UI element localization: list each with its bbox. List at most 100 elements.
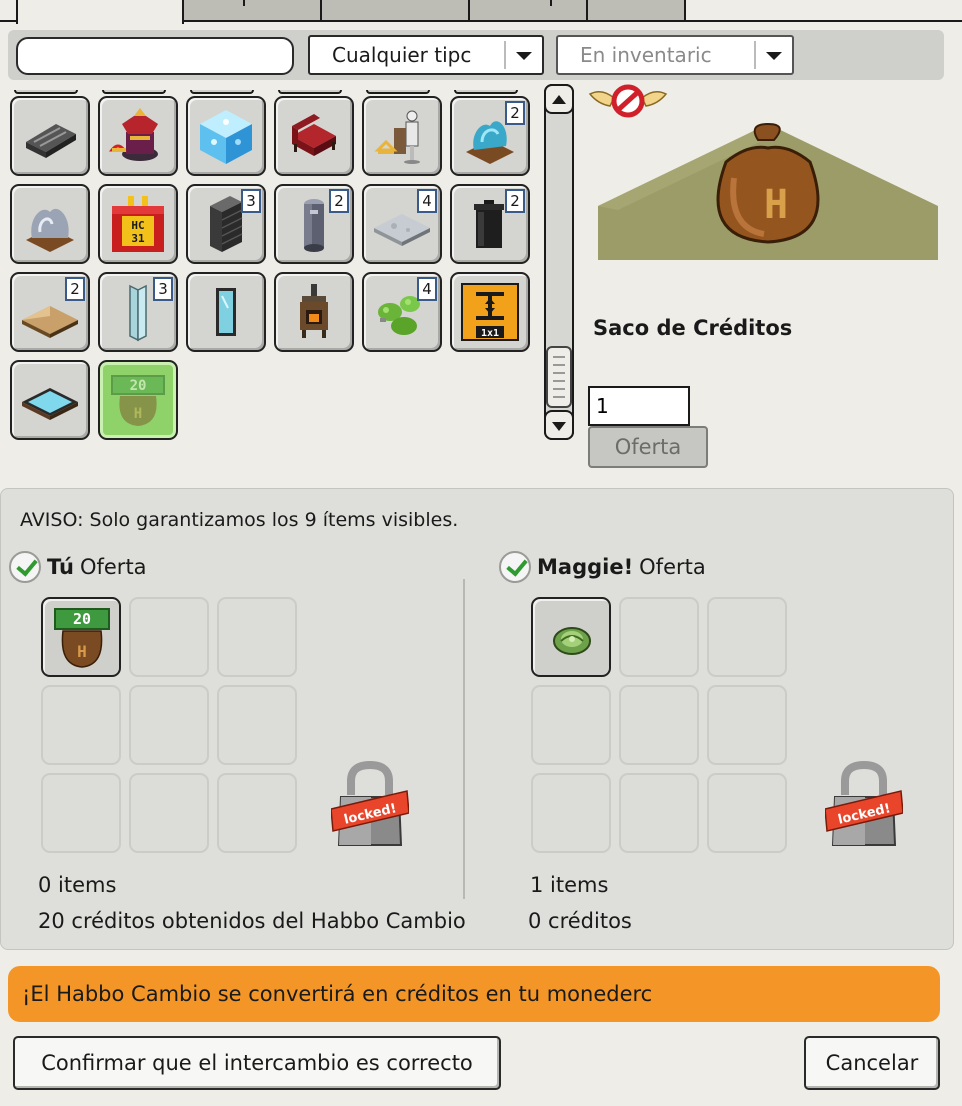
- my-name: Tú: [47, 555, 74, 579]
- item-count-badge: 2: [329, 189, 349, 213]
- tab-inventory[interactable]: [16, 0, 184, 24]
- my-offer-slot: [41, 773, 121, 853]
- inventory-item[interactable]: [274, 96, 354, 176]
- svg-text:H: H: [134, 406, 142, 422]
- exchange-warning-banner: ¡El Habbo Cambio se convertirá en crédit…: [8, 966, 940, 1022]
- inventory-item[interactable]: 2: [450, 184, 530, 264]
- cabbage-icon: [553, 627, 591, 655]
- filter-bar: Cualquier tipc En inventaric: [8, 30, 944, 80]
- glass-floor-icon: [22, 388, 78, 420]
- bench-icon: [26, 124, 76, 158]
- chevron-down-icon: [516, 52, 532, 60]
- inventory-item[interactable]: [362, 96, 442, 176]
- inventory-item[interactable]: [10, 184, 90, 264]
- not-tradeable-wings-icon: [588, 84, 668, 118]
- cancel-button[interactable]: Cancelar: [804, 1036, 940, 1090]
- other-offer-slot[interactable]: [531, 597, 611, 677]
- inventory-item[interactable]: 4: [362, 272, 442, 352]
- item-preview-room: H: [598, 122, 938, 260]
- inventory-item-selected[interactable]: 20 H: [98, 360, 178, 440]
- ice-block-icon: [200, 110, 252, 164]
- stove-icon: [300, 284, 328, 338]
- location-filter-value: En inventaric: [580, 43, 712, 67]
- my-offer-slot: [217, 773, 297, 853]
- credit-value-label: 20: [73, 610, 91, 628]
- my-items-count: 0 items: [38, 873, 117, 897]
- item-count-badge: 3: [241, 189, 261, 213]
- confirm-trade-button[interactable]: Confirmar que el intercambio es correcto: [13, 1036, 501, 1090]
- select-divider: [754, 41, 756, 69]
- hc-gift-icon: HC 31: [112, 196, 164, 252]
- tab-4[interactable]: [468, 0, 588, 20]
- select-divider: [504, 41, 506, 69]
- inventory-item[interactable]: 3: [186, 184, 266, 264]
- svg-text:31: 31: [131, 232, 145, 245]
- quantity-input[interactable]: [588, 386, 690, 426]
- tab-3[interactable]: [320, 0, 470, 20]
- trade-panel: AVISO: Solo garantizamos los 9 ítems vis…: [0, 488, 954, 950]
- inventory-item[interactable]: [274, 272, 354, 352]
- item-count-badge: 3: [153, 277, 173, 301]
- inventory-item[interactable]: [98, 96, 178, 176]
- my-credits: 20 créditos obtenidos del Habbo Cambio: [38, 909, 466, 933]
- my-offer-slot[interactable]: 20 H: [41, 597, 121, 677]
- tile-size-label: 1x1: [481, 328, 499, 339]
- inventory-item[interactable]: 2: [274, 184, 354, 264]
- check-icon: [9, 551, 41, 583]
- inventory-item[interactable]: 2: [10, 272, 90, 352]
- item-name: Saco de Créditos: [593, 316, 793, 340]
- tab-bar: [0, 0, 962, 24]
- height-tile-icon: 1x1: [461, 283, 519, 341]
- type-filter-select[interactable]: Cualquier tipc: [308, 35, 544, 75]
- my-offer-slot: [129, 685, 209, 765]
- location-filter-select[interactable]: En inventaric: [556, 35, 794, 75]
- credit-bag-icon: 20 H: [111, 375, 165, 426]
- inventory-item[interactable]: [10, 360, 90, 440]
- offer-button[interactable]: Oferta: [588, 426, 708, 468]
- tab-mark: [550, 0, 552, 6]
- item-count-badge: 2: [505, 189, 525, 213]
- red-armchair-icon: [292, 114, 336, 156]
- other-offer-slot: [707, 773, 787, 853]
- lock-icon: locked!: [825, 761, 903, 846]
- inventory-item[interactable]: [186, 96, 266, 176]
- item-count-badge: 2: [505, 101, 525, 125]
- inventory-scrollbar[interactable]: [542, 84, 576, 440]
- my-offer-header: Tú Oferta: [9, 551, 147, 583]
- other-offer-slot: [619, 597, 699, 677]
- lock-icon: locked!: [331, 761, 409, 846]
- my-offer-slot: [217, 597, 297, 677]
- tab-2[interactable]: [182, 0, 322, 20]
- other-offer-header: Maggie! Oferta: [499, 551, 706, 583]
- credit-bag-icon: 20 H: [54, 608, 110, 668]
- inventory-grid: 2 HC 31 3 2 4 2 2 3 4 1x1 20 H: [8, 90, 538, 442]
- inventory-item[interactable]: 4: [362, 184, 442, 264]
- inventory-item[interactable]: 2: [450, 96, 530, 176]
- scroll-up-button[interactable]: [544, 84, 574, 114]
- arrow-down-icon: [552, 422, 566, 431]
- inventory-item[interactable]: 1x1: [450, 272, 530, 352]
- mannequin-icon: [374, 110, 420, 164]
- credit-value-label: 20: [130, 378, 147, 394]
- other-offer-slot: [531, 773, 611, 853]
- my-offer-slot: [129, 773, 209, 853]
- trade-divider: [463, 579, 465, 899]
- inventory-item[interactable]: [10, 96, 90, 176]
- search-input[interactable]: [16, 37, 294, 75]
- my-offer-slot: [217, 685, 297, 765]
- inventory-item[interactable]: 3: [98, 272, 178, 352]
- tab-5[interactable]: [586, 0, 686, 20]
- scroll-thumb[interactable]: [546, 346, 572, 408]
- other-offer-slot: [531, 685, 611, 765]
- check-icon: [499, 551, 531, 583]
- inventory-item[interactable]: [186, 272, 266, 352]
- item-count-badge: 4: [417, 189, 437, 213]
- other-name: Maggie!: [537, 555, 634, 579]
- scroll-down-button[interactable]: [544, 410, 574, 440]
- inventory-item[interactable]: HC 31: [98, 184, 178, 264]
- my-offer-label: Oferta: [79, 555, 147, 579]
- type-filter-value: Cualquier tipc: [332, 43, 472, 67]
- tab-mark: [243, 0, 245, 6]
- svg-text:HC: HC: [131, 219, 144, 232]
- other-items-count: 1 items: [530, 873, 609, 897]
